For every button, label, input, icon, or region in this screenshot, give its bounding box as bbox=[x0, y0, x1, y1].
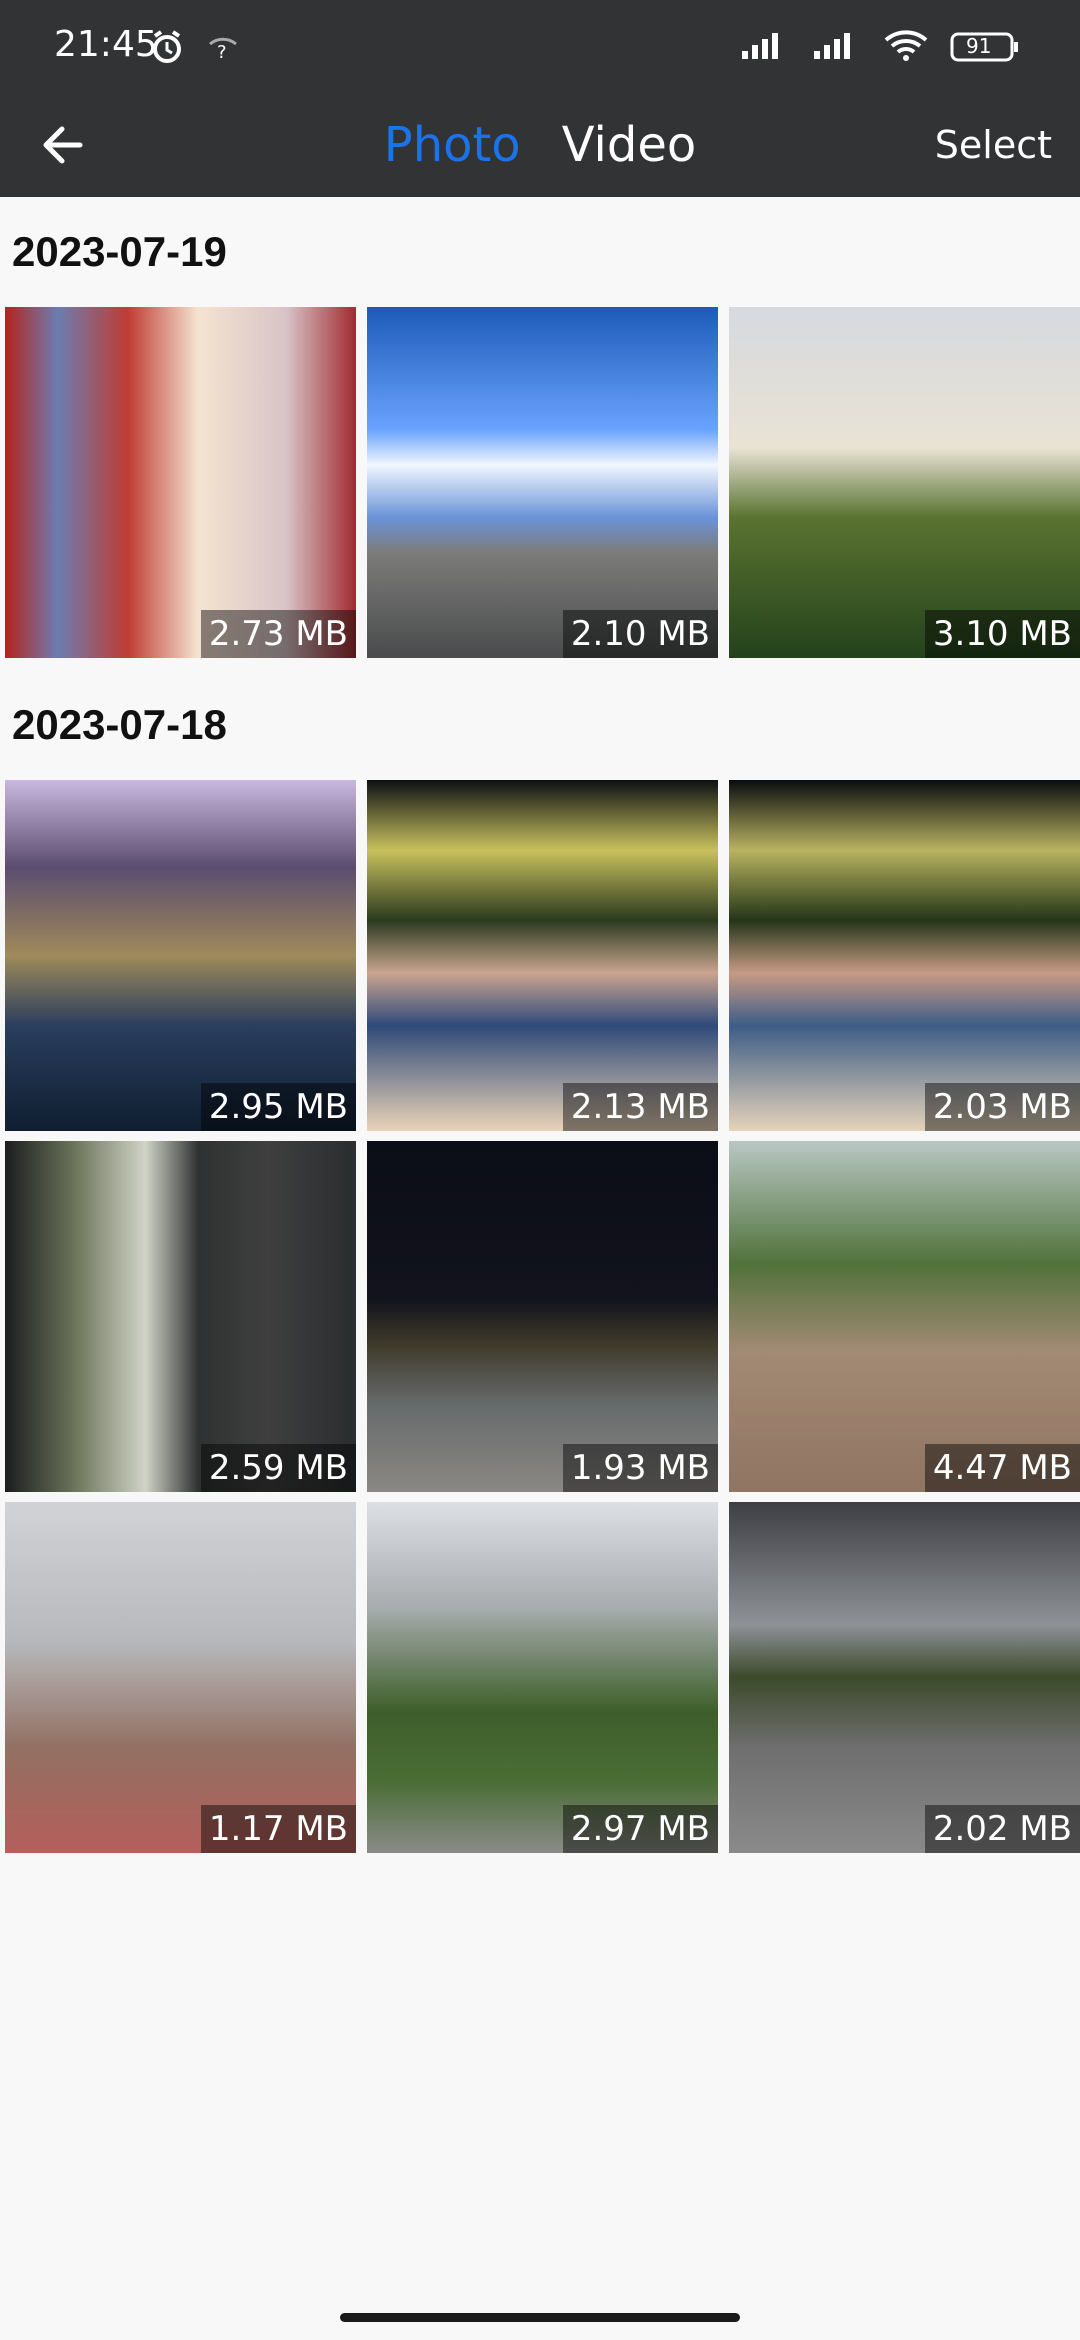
top-bar: Photo Video Select bbox=[0, 95, 1080, 197]
alarm-icon bbox=[148, 28, 186, 70]
battery-icon: 91 bbox=[950, 30, 1020, 64]
file-size: 2.02 MB bbox=[924, 1805, 1080, 1853]
home-indicator[interactable] bbox=[340, 2313, 740, 2322]
photo-thumbnail[interactable]: 1.17 MB bbox=[5, 1502, 356, 1853]
status-bar: 21:45 ? 91 bbox=[0, 0, 1080, 95]
file-size: 2.59 MB bbox=[200, 1444, 356, 1492]
photo-thumbnail[interactable]: 2.13 MB bbox=[367, 780, 718, 1131]
section-date: 2023-07-18 bbox=[12, 701, 227, 748]
file-size: 1.93 MB bbox=[562, 1444, 718, 1492]
battery-level: 91 bbox=[966, 34, 992, 58]
signal-icon bbox=[812, 29, 862, 65]
photo-thumbnail[interactable]: 2.02 MB bbox=[729, 1502, 1080, 1853]
file-size: 2.13 MB bbox=[562, 1083, 718, 1131]
media-tabs: Photo Video bbox=[0, 105, 1080, 185]
photo-thumbnail[interactable]: 2.03 MB bbox=[729, 780, 1080, 1131]
section-date: 2023-07-19 bbox=[12, 228, 227, 275]
network-unknown-icon: ? bbox=[206, 28, 240, 70]
photo-thumbnail[interactable]: 1.93 MB bbox=[367, 1141, 718, 1492]
file-size: 2.73 MB bbox=[200, 610, 356, 658]
photo-thumbnail[interactable]: 2.10 MB bbox=[367, 307, 718, 658]
file-size: 2.97 MB bbox=[562, 1805, 718, 1853]
photo-grid: 2.73 MB 2.10 MB 3.10 MB bbox=[0, 307, 1080, 658]
file-size: 3.10 MB bbox=[924, 610, 1080, 658]
photo-thumbnail[interactable]: 2.73 MB bbox=[5, 307, 356, 658]
photo-thumbnail[interactable]: 2.59 MB bbox=[5, 1141, 356, 1492]
tab-photo[interactable]: Photo bbox=[384, 105, 521, 185]
select-button[interactable]: Select bbox=[935, 115, 1052, 175]
photo-thumbnail[interactable]: 2.95 MB bbox=[5, 780, 356, 1131]
photo-grid: 2.95 MB 2.13 MB 2.03 MB 2.59 MB 1.93 MB … bbox=[0, 780, 1080, 1853]
status-time: 21:45 bbox=[54, 24, 158, 65]
file-size: 2.95 MB bbox=[200, 1083, 356, 1131]
photo-thumbnail[interactable]: 3.10 MB bbox=[729, 307, 1080, 658]
file-size: 2.03 MB bbox=[924, 1083, 1080, 1131]
gallery: 2023-07-19 2.73 MB 2.10 MB 3.10 MB 2023-… bbox=[0, 197, 1080, 1853]
wifi-icon bbox=[884, 28, 928, 66]
photo-thumbnail[interactable]: 2.97 MB bbox=[367, 1502, 718, 1853]
signal-icon bbox=[740, 29, 790, 65]
file-size: 2.10 MB bbox=[562, 610, 718, 658]
svg-text:?: ? bbox=[217, 42, 227, 62]
photo-thumbnail[interactable]: 4.47 MB bbox=[729, 1141, 1080, 1492]
file-size: 1.17 MB bbox=[200, 1805, 356, 1853]
file-size: 4.47 MB bbox=[924, 1444, 1080, 1492]
tab-video[interactable]: Video bbox=[562, 105, 696, 185]
